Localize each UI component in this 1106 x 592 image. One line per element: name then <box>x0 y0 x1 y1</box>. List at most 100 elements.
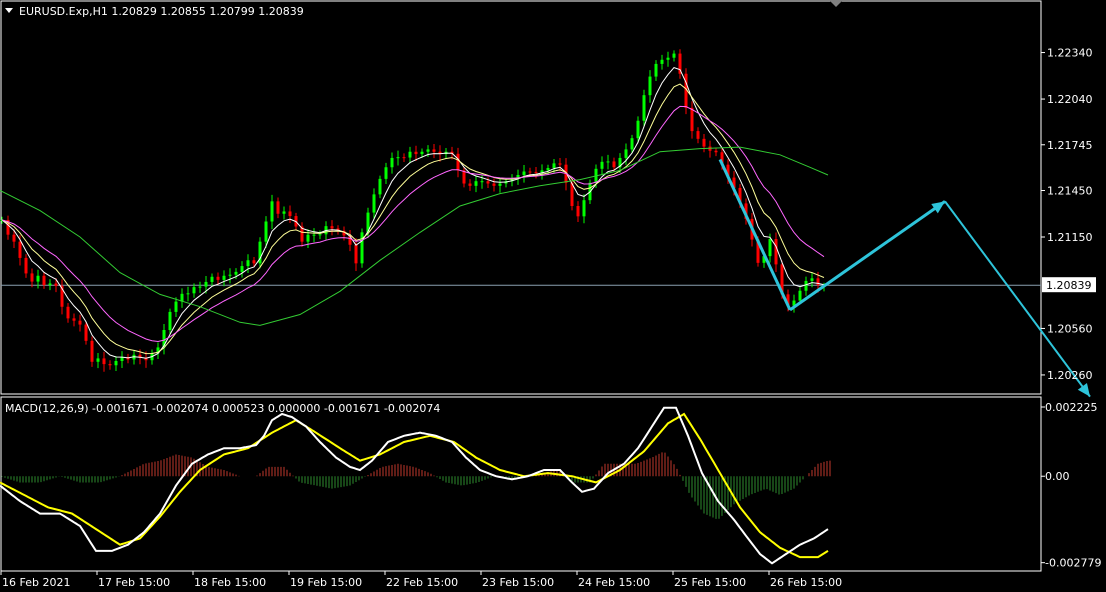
candle-body <box>252 260 256 264</box>
candle-body <box>396 157 400 159</box>
triangle-down-icon[interactable] <box>5 8 13 13</box>
x-tick-label: 16 Feb 2021 <box>2 576 70 589</box>
candle-body <box>804 280 808 291</box>
current-price-label: 1.20839 <box>1046 279 1092 292</box>
candle-body <box>636 120 640 139</box>
candle-body <box>270 201 274 222</box>
candle-body <box>702 138 706 147</box>
candle-body <box>690 107 694 132</box>
y-tick-label: 1.21745 <box>1047 139 1093 152</box>
candle-body <box>66 306 70 319</box>
y-tick-label: 1.20260 <box>1047 369 1093 382</box>
x-tick-label: 17 Feb 15:00 <box>98 576 170 589</box>
candle-body <box>198 286 202 288</box>
candle-body <box>612 161 616 168</box>
x-tick-label: 26 Feb 15:00 <box>770 576 842 589</box>
candle-body <box>102 358 106 365</box>
candle-body <box>216 276 220 280</box>
candle-body <box>246 260 250 267</box>
candle-body <box>222 275 226 280</box>
candle-body <box>42 275 46 286</box>
candle-body <box>414 151 418 155</box>
macd-panel-frame <box>0 396 1042 572</box>
candle-body <box>48 283 52 286</box>
macd-plot-layer <box>0 406 831 565</box>
candle-body <box>576 206 580 217</box>
macd-y-tick-label: 0.002225 <box>1045 401 1098 414</box>
candle-body <box>552 163 556 169</box>
candle-body <box>354 244 358 264</box>
candle-body <box>12 234 16 242</box>
candle-body <box>654 63 658 77</box>
candle-body <box>54 283 58 286</box>
ma-mid-line <box>1 83 825 355</box>
macd-title: MACD(12,26,9) -0.001671 -0.002074 0.0005… <box>5 402 440 415</box>
candle-body <box>642 95 646 121</box>
candle-body <box>600 161 604 169</box>
candle-body <box>480 181 484 183</box>
x-tick-label: 25 Feb 15:00 <box>674 576 746 589</box>
candle-body <box>378 178 382 195</box>
ma-fast-line <box>1 67 825 359</box>
ma-slow-line <box>1 105 825 343</box>
candle-body <box>666 57 670 60</box>
candle-body <box>84 324 88 341</box>
x-tick-label: 19 Feb 15:00 <box>290 576 362 589</box>
chart-shift-marker-icon[interactable] <box>830 1 842 7</box>
macd-y-tick-label: 0.00 <box>1045 470 1070 483</box>
candle-body <box>522 171 526 175</box>
candle-body <box>174 301 178 312</box>
candle-body <box>18 241 22 258</box>
candle-body <box>360 232 364 264</box>
candle-body <box>234 271 238 275</box>
candle-body <box>90 340 94 362</box>
candle-body <box>204 281 208 287</box>
candle-body <box>312 234 316 236</box>
main-plot-layer <box>0 49 1091 398</box>
candle-body <box>186 293 190 295</box>
candle-body <box>240 266 244 272</box>
main-panel-frame <box>0 0 1042 395</box>
candle-body <box>372 194 376 213</box>
candle-body <box>714 150 718 153</box>
candle-body <box>486 181 490 184</box>
macd-y-tick-label: -0.002779 <box>1045 557 1101 570</box>
candle-body <box>168 311 172 330</box>
candle-body <box>582 200 586 217</box>
candle-body <box>798 290 802 301</box>
candle-body <box>30 273 34 282</box>
candle-body <box>420 151 424 155</box>
candle-body <box>228 274 232 276</box>
candle-body <box>384 167 388 179</box>
candle-body <box>528 171 532 173</box>
candle-body <box>474 181 478 186</box>
candle-body <box>660 59 664 64</box>
candle-body <box>318 234 322 236</box>
candle-body <box>210 276 214 282</box>
candle-body <box>558 163 562 165</box>
candle-body <box>456 153 460 171</box>
candle-body <box>78 320 82 325</box>
candle-body <box>306 234 310 242</box>
candle-body <box>426 149 430 152</box>
y-tick-label: 1.21150 <box>1047 231 1093 244</box>
candle-body <box>768 239 772 257</box>
y-tick-label: 1.21450 <box>1047 185 1093 198</box>
candle-body <box>534 171 538 173</box>
candle-body <box>36 275 40 282</box>
candle-body <box>606 161 610 163</box>
candle-body <box>498 183 502 186</box>
candle-body <box>114 361 118 366</box>
y-tick-label: 1.20560 <box>1047 322 1093 335</box>
candle-body <box>468 183 472 186</box>
x-tick-label: 23 Feb 15:00 <box>482 576 554 589</box>
candle-body <box>24 257 28 274</box>
chart-root: EURUSD.Exp,H1 1.20829 1.20855 1.20799 1.… <box>0 0 1101 589</box>
candle-body <box>390 157 394 168</box>
candle-body <box>672 53 676 58</box>
forecast-arrow-line <box>789 200 946 312</box>
candle-body <box>108 364 112 366</box>
candle-body <box>72 318 76 321</box>
candle-body <box>630 138 634 150</box>
candle-body <box>432 149 436 152</box>
